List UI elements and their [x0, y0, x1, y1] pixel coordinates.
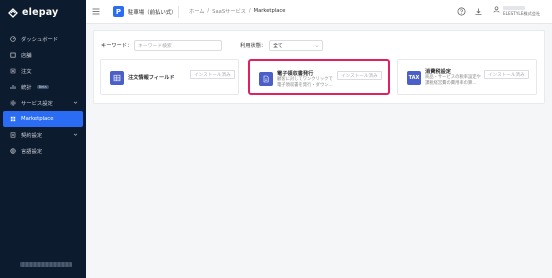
- installed-button[interactable]: インストール済み: [337, 71, 382, 80]
- sidebar-item-label: 統計: [21, 85, 32, 91]
- logo-text: elepay: [22, 7, 59, 18]
- chevron-down-icon: [73, 133, 78, 136]
- sidebar-item-label: 言語設定: [21, 149, 43, 155]
- store-icon: [10, 52, 16, 58]
- contract-icon: [10, 132, 16, 138]
- status-select[interactable]: 全て: [269, 40, 324, 51]
- filter-row: キーワード： キーワード検索 利用状態： 全て: [101, 40, 324, 51]
- app-card-order-info-field[interactable]: 注文情報フィールド インストール済み: [100, 59, 239, 95]
- header-divider: [178, 6, 179, 18]
- user-company: ELESTYLE株式会社: [503, 11, 541, 16]
- breadcrumb-separator: /: [248, 8, 251, 14]
- sidebar-item-language-settings[interactable]: 言語設定: [0, 143, 86, 159]
- breadcrumb-saas[interactable]: SaaSサービス: [212, 8, 246, 15]
- hamburger-menu-icon[interactable]: [92, 8, 100, 15]
- gear-icon: [10, 100, 16, 106]
- logo[interactable]: elepay: [8, 7, 58, 18]
- installed-button[interactable]: インストール済み: [190, 70, 235, 79]
- grid-icon: [110, 71, 124, 85]
- sidebar-item-label: 店舗: [21, 53, 32, 59]
- card-title: 注文情報フィールド: [128, 75, 175, 81]
- user-name-redacted: [503, 6, 525, 10]
- status-select-value: 全て: [273, 44, 283, 49]
- keyword-search-input[interactable]: キーワード検索: [134, 40, 223, 51]
- top-header: P 駐車場（前払い式） ホーム / SaaSサービス / Marketplace…: [86, 0, 552, 24]
- marketplace-icon: [10, 116, 16, 122]
- user-info: ELESTYLE株式会社: [503, 6, 540, 17]
- order-icon: [10, 68, 16, 74]
- dashboard-icon: [10, 36, 16, 42]
- globe-icon: [10, 148, 16, 154]
- sidebar-item-dashboard[interactable]: ダッシュボード: [0, 31, 86, 47]
- sidebar-item-label: 契約設定: [21, 133, 43, 139]
- user-menu[interactable]: ELESTYLE株式会社: [493, 6, 540, 17]
- sidebar-item-label: Marketplace: [21, 116, 54, 122]
- download-icon[interactable]: [474, 7, 483, 16]
- keyword-label: キーワード：: [101, 43, 133, 49]
- chevron-down-icon: [315, 45, 319, 48]
- sidebar-nav: ダッシュボード 店舗 注文 統計 Beta サービス設定 Marketplace…: [0, 31, 86, 159]
- document-icon: [259, 72, 273, 86]
- sidebar: elepay ダッシュボード 店舗 注文 統計 Beta サービス設定 Mark…: [0, 0, 86, 278]
- sidebar-item-store[interactable]: 店舗: [0, 47, 86, 63]
- chevron-down-icon: [73, 101, 78, 104]
- store-name[interactable]: 駐車場（前払い式）: [128, 8, 177, 16]
- beta-badge: Beta: [36, 85, 49, 89]
- help-icon[interactable]: [457, 7, 466, 16]
- sidebar-item-label: 注文: [21, 69, 32, 75]
- sidebar-item-label: ダッシュボード: [21, 37, 59, 43]
- breadcrumb-home[interactable]: ホーム: [189, 8, 204, 15]
- card-title: 電子領収書発行: [277, 71, 314, 77]
- sidebar-item-stats[interactable]: 統計 Beta: [0, 79, 86, 95]
- sidebar-footer-redacted: [20, 262, 72, 267]
- status-label: 利用状態：: [240, 43, 267, 49]
- sidebar-item-contract-settings[interactable]: 契約設定: [0, 127, 86, 143]
- sidebar-item-service-settings[interactable]: サービス設定: [0, 95, 86, 111]
- store-app-icon[interactable]: P: [113, 6, 124, 17]
- app-card-consumption-tax[interactable]: TAX 消費税設定 商品・サービスの税率設定や 課税経営費の費用率の算... イ…: [397, 59, 537, 95]
- card-title: 消費税設定: [425, 69, 451, 75]
- breadcrumb: ホーム / SaaSサービス / Marketplace: [189, 8, 285, 15]
- tax-icon: TAX: [407, 71, 421, 85]
- stats-icon: [10, 84, 16, 90]
- sidebar-item-marketplace[interactable]: Marketplace: [3, 111, 83, 127]
- breadcrumb-separator: /: [207, 8, 210, 14]
- breadcrumb-current: Marketplace: [253, 8, 286, 14]
- app-card-e-receipt[interactable]: 電子領収書発行 顧客に対してワンクリックで 電子領収書を発行・ダウン... イン…: [248, 59, 390, 95]
- elepay-logo-icon: [8, 7, 18, 18]
- sidebar-item-label: サービス設定: [21, 101, 53, 107]
- card-description-line: 電子領収書を発行・ダウン...: [277, 83, 333, 88]
- sidebar-item-order[interactable]: 注文: [0, 63, 86, 79]
- installed-button[interactable]: インストール済み: [484, 70, 529, 79]
- user-icon: [493, 6, 500, 13]
- card-description-line: 課税経営費の費用率の算...: [425, 81, 477, 86]
